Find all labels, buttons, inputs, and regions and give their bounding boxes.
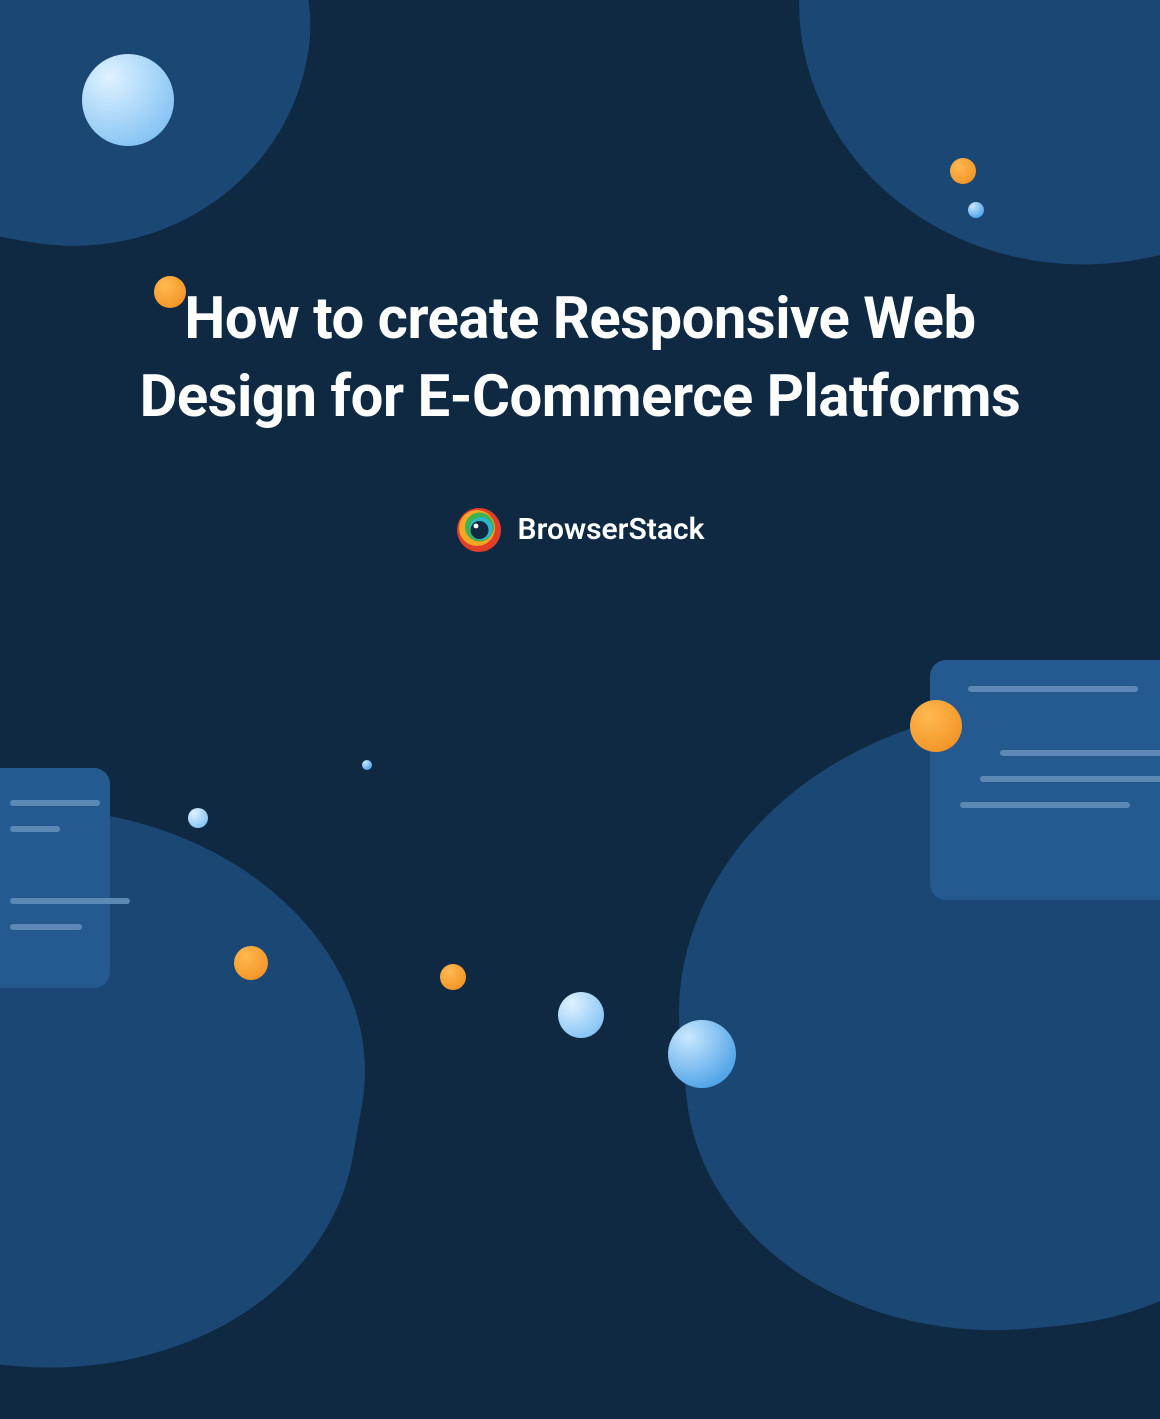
decorative-dot (910, 700, 962, 752)
decorative-line (980, 776, 1160, 782)
hero-content: How to create Responsive Web Design for … (0, 280, 1160, 553)
decorative-dot (950, 158, 976, 184)
hero-graphic: How to create Responsive Web Design for … (0, 0, 1160, 1048)
decorative-dot (188, 808, 208, 828)
decorative-blob (0, 0, 338, 277)
decorative-dot (968, 202, 984, 218)
decorative-dot (440, 964, 466, 990)
decorative-panel (930, 660, 1160, 900)
decorative-dot (234, 946, 268, 980)
decorative-line (10, 898, 130, 904)
decorative-dot (668, 1020, 736, 1088)
page-title: How to create Responsive Web Design for … (120, 280, 1040, 437)
decorative-dot (82, 54, 174, 146)
decorative-panel (0, 768, 110, 988)
decorative-line (1000, 750, 1160, 756)
brand-name: BrowserStack (518, 512, 705, 547)
decorative-dot (558, 992, 604, 1038)
decorative-dot (362, 760, 372, 770)
decorative-line (10, 924, 82, 930)
decorative-line (10, 800, 100, 806)
decorative-line (10, 826, 60, 832)
decorative-line (960, 802, 1130, 808)
decorative-line (968, 686, 1138, 692)
brand-block: BrowserStack (120, 507, 1040, 553)
browserstack-logo-icon (456, 507, 502, 553)
